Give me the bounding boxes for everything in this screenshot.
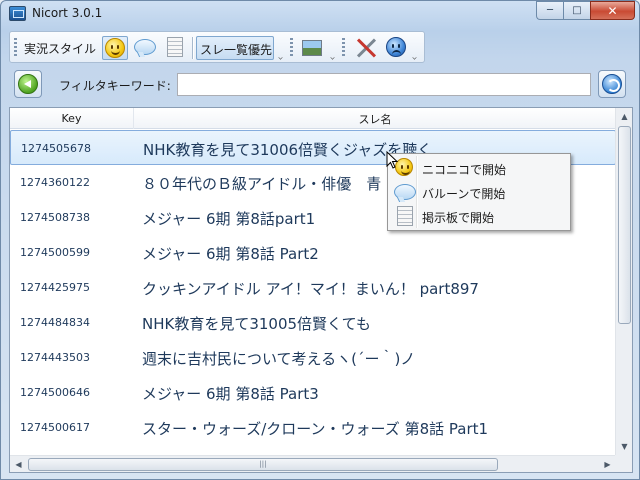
row-name: 週末に吉村民について考えるヽ(´ー｀)ノ — [142, 350, 416, 368]
row-key: 1274425975 — [20, 281, 90, 294]
chevron-down-icon[interactable] — [278, 55, 283, 60]
scroll-left-icon[interactable]: ◀ — [10, 456, 27, 473]
table-row[interactable]: 1274500646 メジャー 6期 第8話 Part3 — [10, 375, 616, 410]
app-icon — [9, 6, 26, 21]
row-name: メジャー 6期 第8話part1 — [142, 210, 316, 228]
toolbar-separator — [192, 37, 193, 59]
board-icon — [397, 206, 413, 226]
chevron-down-icon[interactable] — [330, 55, 335, 60]
table-row[interactable]: 1274500599 メジャー 6期 第8話 Part2 — [10, 235, 616, 270]
row-key: 1274500599 — [20, 246, 90, 259]
row-name: メジャー 6期 第8話 Part2 — [142, 245, 319, 263]
balloon-style-button[interactable] — [132, 36, 158, 60]
disconnect-button[interactable] — [384, 36, 408, 60]
board-style-button[interactable] — [164, 36, 186, 60]
refresh-button[interactable] — [598, 70, 626, 98]
table-row[interactable]: 1274500617 スター・ウォーズ/クローン・ウォーズ 第8話 Part1 — [10, 410, 616, 445]
balloon-icon — [134, 39, 156, 55]
menu-item-start-balloon[interactable]: バルーンで開始 — [390, 181, 568, 203]
maximize-button[interactable]: □ — [563, 1, 590, 20]
row-key: 1274505678 — [21, 142, 91, 155]
back-button[interactable] — [14, 70, 42, 98]
row-name: スター・ウォーズ/クローン・ウォーズ 第8話 Part1 — [142, 420, 489, 438]
list-header: Key スレ名 — [10, 108, 616, 129]
row-key: 1274500617 — [20, 421, 90, 434]
window-title: Nicort 3.0.1 — [32, 6, 103, 20]
screenshot-button[interactable] — [300, 36, 324, 60]
tools-icon — [355, 37, 377, 59]
menu-item-label: ニコニコで開始 — [422, 163, 507, 177]
context-menu: ニコニコで開始 バルーンで開始 掲示板で開始 — [387, 153, 571, 231]
scrollbar-corner — [615, 455, 632, 472]
picture-icon — [302, 40, 322, 56]
main-window: Nicort 3.0.1 ─ □ ✕ 実況スタイル スレ一覧優先 フィルタキーワ… — [0, 0, 640, 480]
toolbar: 実況スタイル スレ一覧優先 — [9, 31, 425, 63]
toolbar-grip[interactable] — [342, 38, 345, 58]
table-row[interactable]: 1274425975 クッキンアイドル アイ！マイ！まいん！ part897 — [10, 270, 616, 305]
balloon-icon — [394, 184, 416, 200]
sad-face-icon — [386, 37, 406, 57]
live-style-label: 実況スタイル — [24, 42, 97, 56]
board-icon — [167, 37, 183, 57]
toolbar-grip[interactable] — [14, 38, 17, 58]
thread-priority-button[interactable]: スレ一覧優先 — [196, 36, 274, 60]
refresh-icon — [602, 74, 622, 94]
settings-button[interactable] — [354, 36, 378, 60]
row-name: クッキンアイドル アイ！マイ！まいん！ part897 — [142, 280, 479, 298]
row-key: 1274443503 — [20, 351, 90, 364]
horizontal-scroll-thumb[interactable]: ||| — [28, 458, 498, 471]
title-bar[interactable]: Nicort 3.0.1 ─ □ ✕ — [1, 1, 639, 27]
menu-item-label: バルーンで開始 — [422, 187, 506, 201]
minimize-button[interactable]: ─ — [536, 1, 563, 20]
row-name: NHK教育を見て31005倍賢くても — [142, 315, 371, 333]
menu-item-start-board[interactable]: 掲示板で開始 — [390, 205, 568, 227]
row-name: メジャー 6期 第8話 Part3 — [142, 385, 319, 403]
row-key: 1274508738 — [20, 211, 90, 224]
nico-style-button[interactable] — [102, 36, 128, 60]
vertical-scrollbar[interactable]: ▲ ▼ — [615, 108, 632, 455]
filter-keyword-label: フィルタキーワード: — [59, 79, 171, 93]
filter-bar: フィルタキーワード: — [9, 68, 631, 102]
menu-item-start-nico[interactable]: ニコニコで開始 — [390, 157, 568, 179]
vertical-scroll-thumb[interactable] — [618, 126, 631, 324]
table-row[interactable]: 1274484834 NHK教育を見て31005倍賢くても — [10, 305, 616, 340]
row-key: 1274360122 — [20, 176, 90, 189]
menu-item-label: 掲示板で開始 — [422, 211, 495, 225]
scroll-down-icon[interactable]: ▼ — [616, 438, 633, 455]
smiley-icon — [105, 38, 125, 58]
mouse-cursor-icon — [386, 151, 399, 169]
column-header-name[interactable]: スレ名 — [134, 108, 616, 129]
row-key: 1274500646 — [20, 386, 90, 399]
scroll-up-icon[interactable]: ▲ — [616, 108, 633, 125]
row-name: ８０年代のＢ級アイドル・俳優 青 — [142, 175, 382, 193]
window-controls: ─ □ ✕ — [536, 1, 635, 20]
column-header-key[interactable]: Key — [10, 108, 134, 129]
back-arrow-icon — [18, 74, 38, 94]
toolbar-grip[interactable] — [290, 38, 293, 58]
row-key: 1274484834 — [20, 316, 90, 329]
chevron-down-icon[interactable] — [412, 55, 417, 60]
table-row[interactable]: 1274443503 週末に吉村民について考えるヽ(´ー｀)ノ — [10, 340, 616, 375]
filter-keyword-input[interactable] — [177, 73, 591, 96]
close-button[interactable]: ✕ — [590, 1, 635, 20]
scroll-right-icon[interactable]: ▶ — [599, 456, 616, 473]
horizontal-scrollbar[interactable]: ◀ ||| ▶ — [10, 455, 616, 472]
